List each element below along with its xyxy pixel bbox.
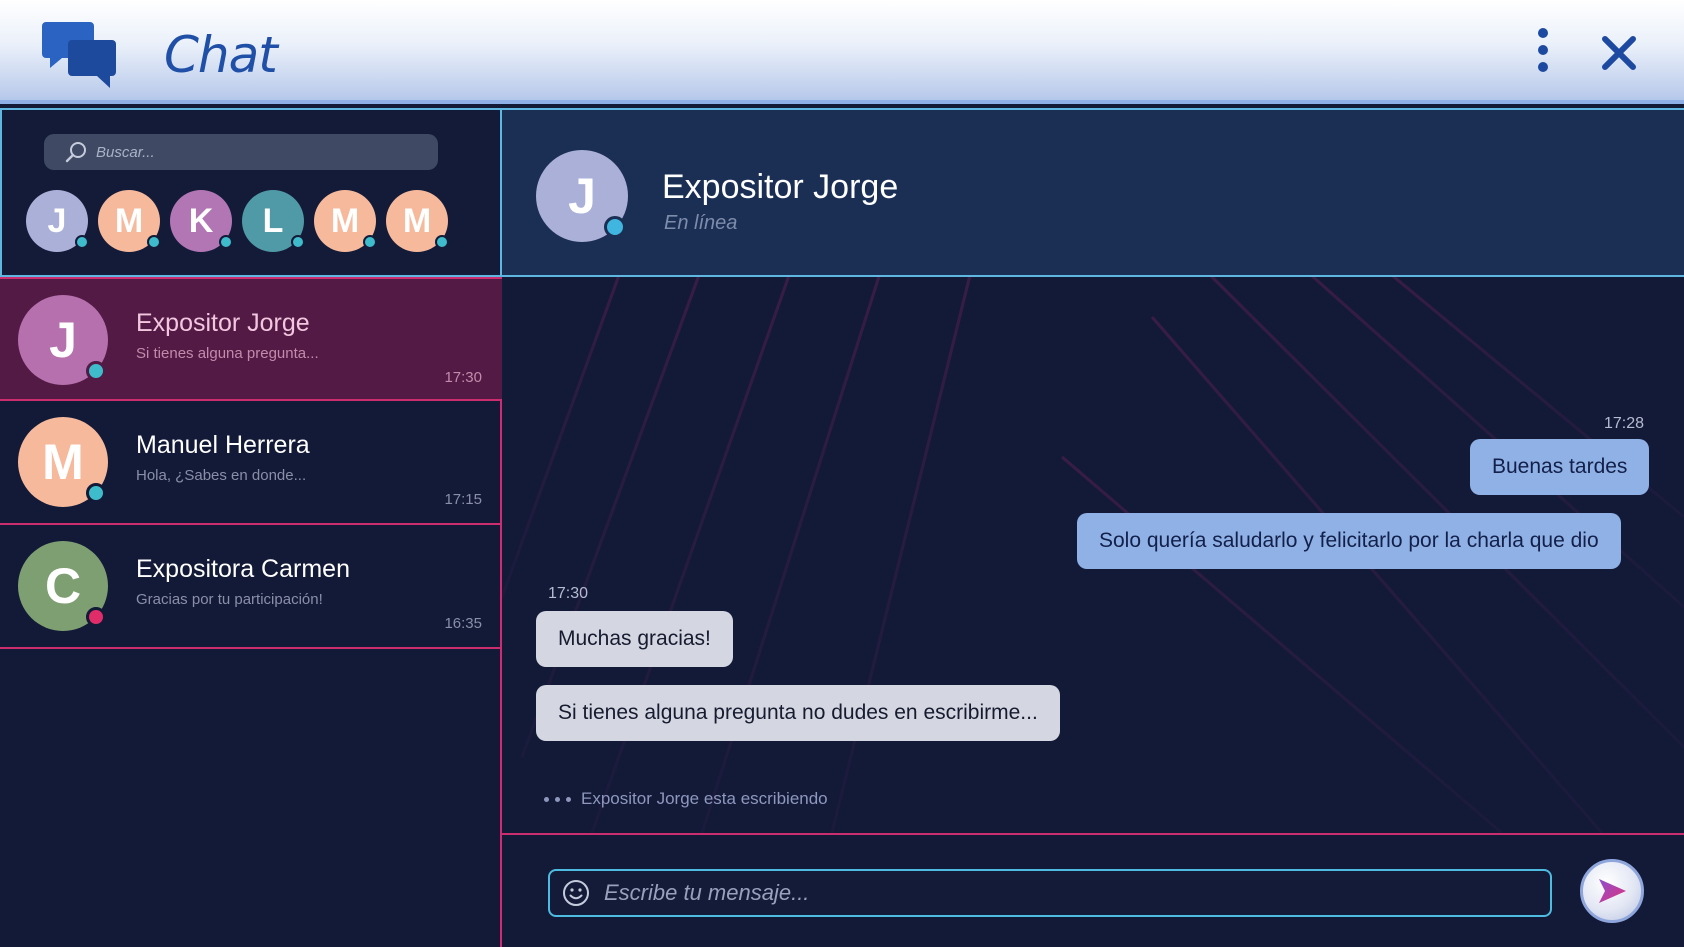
avatar-initial: J [49, 312, 77, 368]
search-box[interactable] [44, 134, 438, 170]
online-status-dot [604, 216, 626, 238]
online-status-dot [147, 235, 161, 249]
online-status-dot [435, 235, 449, 249]
composer [502, 833, 1684, 947]
contact-avatar[interactable]: K [170, 190, 233, 252]
contact-name: Expositor Jorge [662, 168, 899, 206]
more-vertical-icon[interactable] [1528, 28, 1558, 78]
avatar: M [18, 417, 108, 507]
conversation-name: Manuel Herrera [136, 431, 310, 459]
send-button[interactable] [1580, 859, 1644, 923]
contacts-header: JMKLMM [0, 108, 502, 277]
quick-contacts: JMKLMM [26, 190, 486, 256]
avatar-initial: M [402, 201, 432, 240]
avatar-initial: J [568, 168, 596, 224]
contact-avatar[interactable]: M [386, 190, 449, 252]
avatar-initial: M [114, 201, 144, 240]
avatar-initial: K [188, 201, 214, 240]
app-title: Chat [164, 26, 278, 84]
conversation-time: 17:15 [444, 491, 482, 508]
conversation-name: Expositor Jorge [136, 309, 310, 337]
outgoing-message: Solo quería saludarlo y felicitarlo por … [1077, 513, 1621, 569]
contact-status: En línea [664, 212, 738, 234]
status-dot [86, 361, 106, 381]
chat-bubbles-icon [42, 22, 116, 88]
contact-avatar[interactable]: J [26, 190, 89, 252]
avatar[interactable]: J [536, 150, 628, 242]
title-bar: Chat [0, 0, 1684, 104]
incoming-message: Muchas gracias! [536, 611, 733, 667]
conversation-time: 17:30 [444, 369, 482, 386]
typing-text: Expositor Jorge esta escribiendo [581, 789, 828, 808]
outgoing-message: Buenas tardes [1470, 439, 1650, 495]
conversations-panel: J M K L M M J Expositor Jorge Si tienes alguna … [0, 108, 502, 947]
online-status-dot [291, 235, 305, 249]
online-status-dot [219, 235, 233, 249]
smiley-icon[interactable] [562, 879, 590, 907]
send-icon [1599, 879, 1626, 903]
avatar-initial: J [47, 201, 67, 240]
message-field[interactable] [548, 869, 1552, 917]
avatar-initial: M [42, 434, 84, 490]
status-dot [86, 483, 106, 503]
message-area[interactable]: 17:28 Buenas tardes Solo quería saludarl… [502, 277, 1684, 833]
contact-avatar[interactable]: M [98, 190, 161, 252]
typing-indicator: Expositor Jorge esta escribiendo [544, 789, 828, 809]
message-time: 17:28 [1604, 415, 1645, 432]
avatar-initial: L [262, 201, 284, 240]
conversation-time: 16:35 [444, 615, 482, 632]
online-status-dot [75, 235, 89, 249]
contact-avatar[interactable]: M [314, 190, 377, 252]
conversation-item[interactable]: C Expositora Carmen Gracias por tu partici… [0, 525, 502, 649]
conversation-preview: Si tienes alguna pregunta... [136, 345, 319, 362]
typing-dots-icon [544, 796, 571, 802]
conversation-item[interactable]: J Expositor Jorge Si tienes alguna pregunt… [0, 277, 502, 401]
search-icon [65, 142, 86, 163]
message-input[interactable] [604, 880, 1524, 906]
conversation-name: Expositora Carmen [136, 555, 350, 583]
online-status-dot [363, 235, 377, 249]
chat-header: J Expositor Jorge En línea [502, 108, 1684, 277]
avatar-initial: M [330, 201, 360, 240]
avatar: C [18, 541, 108, 631]
status-dot [86, 607, 106, 627]
conversation-item[interactable]: M Manuel Herrera Hola, ¿Sabes en donde... 1… [0, 401, 502, 525]
contact-avatar[interactable]: L [242, 190, 305, 252]
avatar: J [18, 295, 108, 385]
conversation-preview: Gracias por tu participación! [136, 591, 323, 608]
avatar-initial: C [44, 558, 82, 614]
conversation-preview: Hola, ¿Sabes en donde... [136, 467, 307, 484]
incoming-message: Si tienes alguna pregunta no dudes en es… [536, 685, 1060, 741]
message-time: 17:30 [548, 585, 589, 602]
close-icon[interactable] [1600, 34, 1638, 72]
search-input[interactable] [96, 143, 416, 161]
